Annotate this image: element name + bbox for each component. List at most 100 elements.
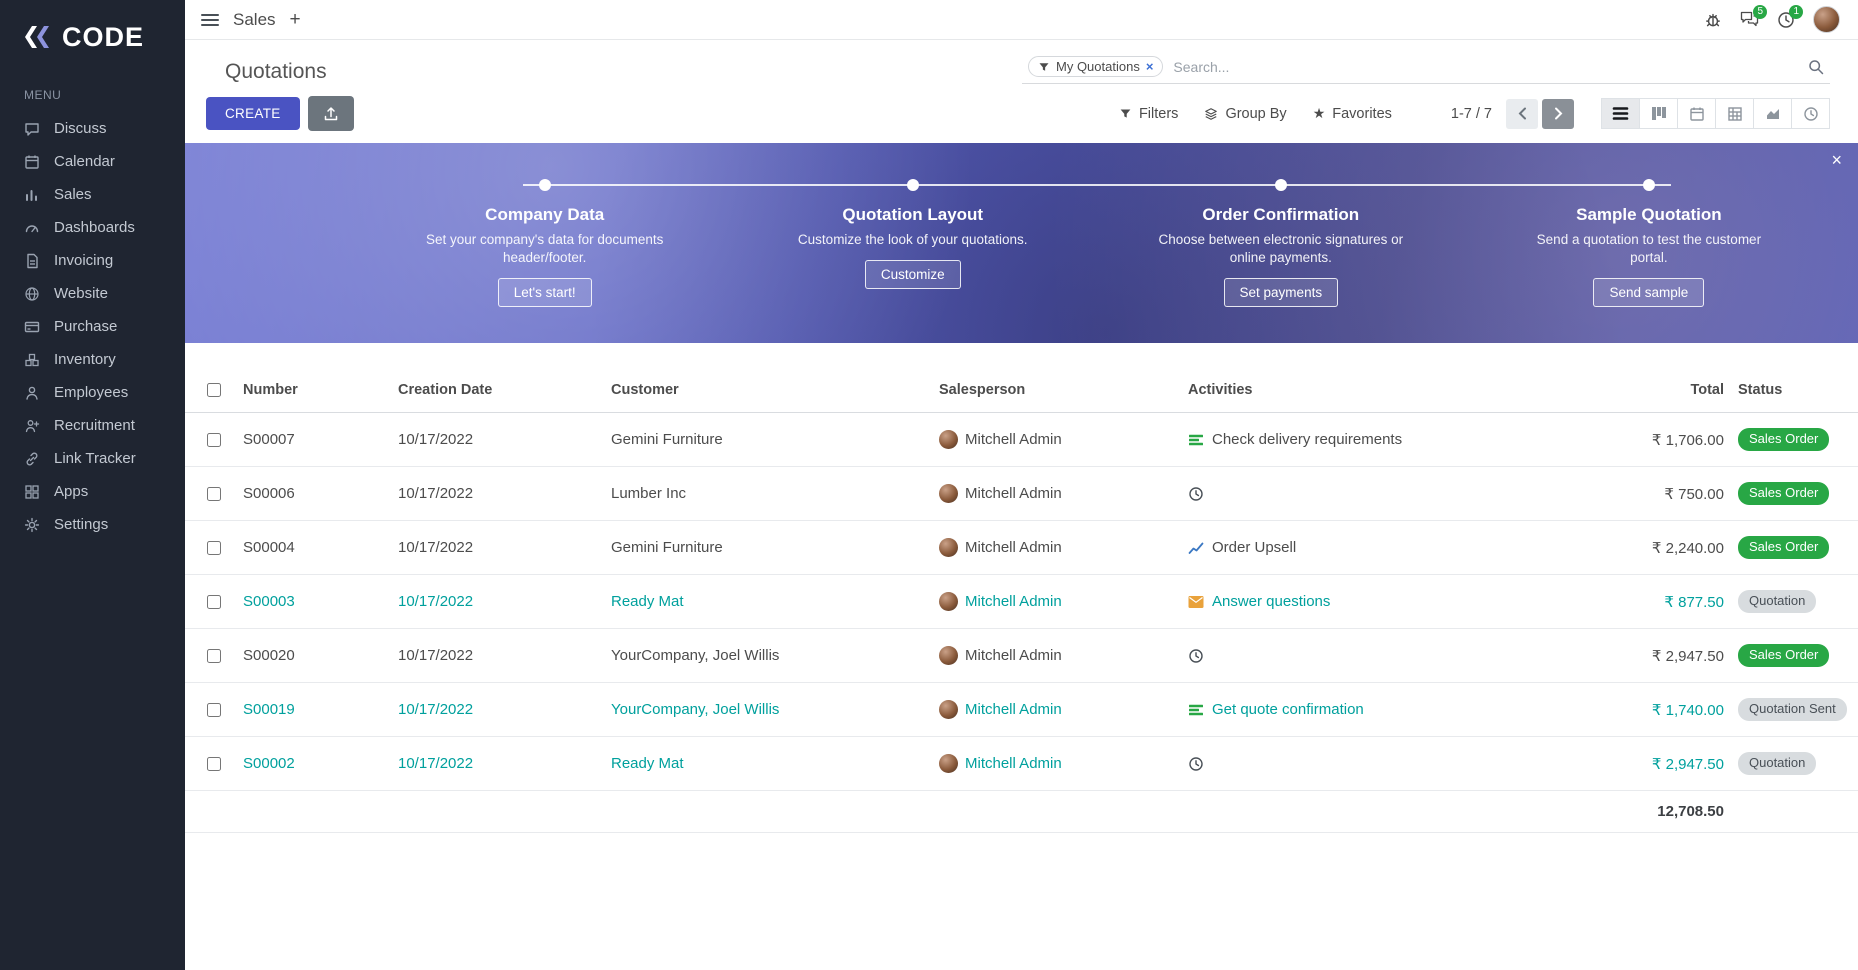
row-checkbox[interactable] <box>207 487 221 501</box>
sidebar-item-settings[interactable]: Settings <box>0 508 185 541</box>
column-header-number[interactable]: Number <box>243 382 398 398</box>
create-button[interactable]: CREATE <box>206 97 300 130</box>
column-header-customer[interactable]: Customer <box>611 382 939 398</box>
status-badge: Sales Order <box>1738 536 1829 558</box>
table-row[interactable]: S00004 10/17/2022 Gemini Furniture Mitch… <box>185 521 1858 575</box>
facet-remove-icon[interactable]: × <box>1146 59 1154 74</box>
sidebar-item-sales[interactable]: Sales <box>0 178 185 211</box>
envelope-icon[interactable] <box>1188 595 1204 609</box>
pivot-view-icon <box>1727 106 1743 122</box>
tasks-icon[interactable] <box>1188 432 1204 448</box>
list-view-icon <box>1612 106 1629 121</box>
recruitment-icon <box>24 417 41 434</box>
search-icon[interactable] <box>1808 59 1824 75</box>
sidebar-item-label: Employees <box>54 384 128 401</box>
status-badge: Quotation <box>1738 752 1816 774</box>
sidebar-item-label: Purchase <box>54 318 117 335</box>
filters-button[interactable]: Filters <box>1106 106 1191 122</box>
row-checkbox[interactable] <box>207 757 221 771</box>
status-badge: Quotation Sent <box>1738 698 1847 720</box>
activity-view-button[interactable] <box>1791 98 1830 129</box>
export-button[interactable] <box>308 96 354 131</box>
filter-funnel-icon <box>1119 107 1132 120</box>
row-checkbox[interactable] <box>207 649 221 663</box>
onboarding-steps: Company Data Set your company's data for… <box>361 143 1833 343</box>
bug-icon[interactable] <box>1704 11 1722 29</box>
sidebar-item-website[interactable]: Website <box>0 277 185 310</box>
app-title: Sales <box>233 10 276 30</box>
kanban-view-button[interactable] <box>1639 98 1678 129</box>
add-tab-button[interactable]: + <box>290 10 301 29</box>
table-row[interactable]: S00002 10/17/2022 Ready Mat Mitchell Adm… <box>185 737 1858 791</box>
sidebar-item-calendar[interactable]: Calendar <box>0 145 185 178</box>
set-payments-button[interactable]: Set payments <box>1224 278 1339 307</box>
main-area: Sales + 5 1 Quotations <box>185 0 1858 970</box>
table-row[interactable]: S00019 10/17/2022 YourCompany, Joel Will… <box>185 683 1858 737</box>
column-header-total[interactable]: Total <box>1574 382 1724 398</box>
pager-previous-button[interactable] <box>1506 99 1538 129</box>
activities-clock-icon[interactable]: 1 <box>1777 11 1795 29</box>
sidebar-item-purchase[interactable]: Purchase <box>0 310 185 343</box>
column-header-creation-date[interactable]: Creation Date <box>398 382 611 398</box>
sidebar-item-dashboards[interactable]: Dashboards <box>0 211 185 244</box>
row-checkbox[interactable] <box>207 595 221 609</box>
onboarding-banner: × Company Data Set your company's data f… <box>185 143 1858 343</box>
sidebar-item-label: Apps <box>54 483 88 500</box>
kanban-view-icon <box>1651 106 1667 121</box>
column-header-activities[interactable]: Activities <box>1188 382 1574 398</box>
calendar-view-button[interactable] <box>1677 98 1716 129</box>
sidebar-item-invoicing[interactable]: Invoicing <box>0 244 185 277</box>
user-avatar[interactable] <box>1813 6 1840 33</box>
favorites-button[interactable]: ★ Favorites <box>1300 105 1405 122</box>
table-row[interactable]: S00003 10/17/2022 Ready Mat Mitchell Adm… <box>185 575 1858 629</box>
line-chart-icon[interactable] <box>1188 540 1204 556</box>
sidebar-item-link-tracker[interactable]: Link Tracker <box>0 442 185 475</box>
column-header-status[interactable]: Status <box>1738 382 1858 398</box>
table-row[interactable]: S00006 10/17/2022 Lumber Inc Mitchell Ad… <box>185 467 1858 521</box>
clock-icon[interactable] <box>1188 486 1204 502</box>
row-checkbox[interactable] <box>207 703 221 717</box>
salesperson-avatar <box>939 646 958 665</box>
activities-count-badge: 1 <box>1789 5 1803 19</box>
sidebar-item-employees[interactable]: Employees <box>0 376 185 409</box>
topbar: Sales + 5 1 <box>185 0 1858 40</box>
search-input[interactable] <box>1173 59 1798 75</box>
hamburger-menu-icon[interactable] <box>201 13 219 27</box>
salesperson-avatar <box>939 430 958 449</box>
sidebar-item-apps[interactable]: Apps <box>0 475 185 508</box>
sidebar-item-discuss[interactable]: Discuss <box>0 112 185 145</box>
send-sample-button[interactable]: Send sample <box>1593 278 1704 307</box>
sidebar-item-recruitment[interactable]: Recruitment <box>0 409 185 442</box>
tasks-icon[interactable] <box>1188 702 1204 718</box>
sidebar-item-label: Recruitment <box>54 417 135 434</box>
page-title: Quotations <box>225 60 327 84</box>
row-checkbox[interactable] <box>207 433 221 447</box>
column-header-salesperson[interactable]: Salesperson <box>939 382 1188 398</box>
pivot-view-button[interactable] <box>1715 98 1754 129</box>
sidebar-item-inventory[interactable]: Inventory <box>0 343 185 376</box>
banner-close-icon[interactable]: × <box>1831 151 1842 169</box>
table-row[interactable]: S00020 10/17/2022 YourCompany, Joel Will… <box>185 629 1858 683</box>
pager-range: 1-7 / 7 <box>1451 106 1492 122</box>
pager-next-button[interactable] <box>1542 99 1574 129</box>
graph-view-button[interactable] <box>1753 98 1792 129</box>
table-row[interactable]: S00007 10/17/2022 Gemini Furniture Mitch… <box>185 413 1858 467</box>
clock-icon[interactable] <box>1188 756 1204 772</box>
list-view-button[interactable] <box>1601 98 1640 129</box>
sidebar-item-label: Invoicing <box>54 252 113 269</box>
messages-icon[interactable]: 5 <box>1740 11 1759 28</box>
select-all-checkbox[interactable] <box>207 383 221 397</box>
clock-icon[interactable] <box>1188 648 1204 664</box>
step-dot <box>539 179 551 191</box>
calendar-icon <box>24 153 41 170</box>
table-header-row: Number Creation Date Customer Salesperso… <box>185 367 1858 413</box>
brand-logo[interactable]: CODE <box>0 0 185 74</box>
employees-icon <box>24 384 41 401</box>
row-checkbox[interactable] <box>207 541 221 555</box>
customize-button[interactable]: Customize <box>865 260 961 289</box>
group-by-button[interactable]: Group By <box>1191 106 1299 122</box>
brand-logo-text: CODE <box>62 22 144 53</box>
sidebar-item-label: Website <box>54 285 108 302</box>
lets-start-button[interactable]: Let's start! <box>498 278 592 307</box>
filter-funnel-icon <box>1038 61 1050 73</box>
